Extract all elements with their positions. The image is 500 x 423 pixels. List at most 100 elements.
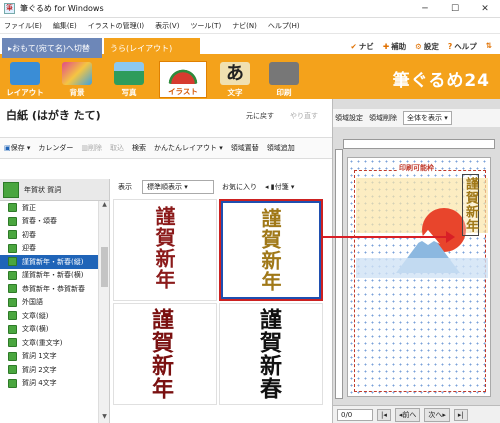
- prev-page-button[interactable]: ◂前へ: [394, 407, 421, 422]
- list-item[interactable]: 文章(重文字): [0, 336, 98, 350]
- folder-icon: [8, 311, 17, 321]
- paper-title: 白紙 (はがき たて): [6, 109, 101, 122]
- easy-layout-button[interactable]: かんたんレイアウト ▾: [154, 143, 223, 153]
- folder-icon: [8, 324, 17, 334]
- undo-button[interactable]: 元に戻す: [246, 111, 274, 121]
- calendar-button[interactable]: カレンダー: [38, 143, 73, 153]
- thumb-item-selected[interactable]: 謹賀新年: [219, 199, 323, 301]
- background-icon: [62, 62, 92, 85]
- printer-icon: [269, 62, 299, 85]
- folder-icon: [8, 270, 17, 280]
- list-item[interactable]: 賀詞 1文字: [0, 350, 98, 364]
- ribbon-illust-button[interactable]: イラスト: [159, 61, 207, 98]
- minimize-button[interactable]: ─: [410, 0, 440, 18]
- scroll-down-icon[interactable]: ▼: [99, 413, 110, 423]
- folder-icon: [8, 243, 17, 253]
- ribbon-photo-button[interactable]: 写真: [108, 61, 150, 98]
- menu-bar: ファイル(E) 編集(E) イラストの管理(I) 表示(V) ツール(T) ナビ…: [0, 18, 500, 34]
- menu-view[interactable]: 表示(V): [155, 21, 179, 31]
- ribbon-layout-button[interactable]: レイアウト: [4, 61, 46, 98]
- window-controls: ─ ☐ ✕: [410, 0, 500, 18]
- trash-icon: ▥: [81, 144, 88, 152]
- folder-icon: [8, 216, 17, 226]
- folder-icon: [8, 284, 17, 294]
- last-page-button[interactable]: ▸|: [453, 408, 468, 421]
- list-item[interactable]: 恭賀新年・恭賀新春: [0, 282, 98, 296]
- tag-filter[interactable]: ◂ ▮付箋 ▾: [265, 182, 294, 192]
- illust-gallery: 謹賀新年 謹賀新年 謹賀新年 謹賀新春: [113, 199, 329, 423]
- horizontal-ruler: [343, 139, 495, 149]
- search-button[interactable]: 検索: [132, 143, 146, 153]
- page-counter: 0/0: [337, 408, 373, 421]
- next-page-button[interactable]: 次へ▸: [424, 407, 450, 422]
- first-page-button[interactable]: |◂: [377, 408, 391, 421]
- list-item[interactable]: 文章(横): [0, 323, 98, 337]
- save-icon: ▣: [4, 144, 11, 152]
- list-item[interactable]: 賀詞 2文字: [0, 363, 98, 377]
- close-button[interactable]: ✕: [470, 0, 500, 18]
- list-item[interactable]: 賀詞 4文字: [0, 377, 98, 391]
- thumb-item[interactable]: 謹賀新春: [219, 303, 323, 405]
- favorites-button[interactable]: お気に入り: [222, 182, 257, 192]
- add-area-button[interactable]: 領域追加: [267, 143, 295, 153]
- save-button[interactable]: ▣保存 ▾: [4, 143, 30, 153]
- redo-button[interactable]: やり直す: [290, 111, 318, 121]
- import-button[interactable]: 取込: [110, 143, 124, 153]
- category-sidebar: 年賀状 賀詞 賀正 賀春・頌春 初春 迎春 謹賀新年・新春(縦) 謹賀新年・新春…: [0, 179, 110, 423]
- layout-icon: [10, 62, 40, 85]
- list-item[interactable]: 文章(縦): [0, 309, 98, 323]
- menu-illust[interactable]: イラストの管理(I): [88, 21, 144, 31]
- tab-ura[interactable]: うら(レイアウト): [104, 38, 200, 58]
- list-item[interactable]: 賀正: [0, 201, 98, 215]
- sort-select[interactable]: 標準順表示 ▾: [142, 180, 214, 194]
- folder-icon: [8, 203, 17, 213]
- menu-edit[interactable]: 編集(E): [53, 21, 77, 31]
- tool-hojo[interactable]: ✚ 補助: [383, 41, 406, 52]
- area-set-button[interactable]: 領域設定: [335, 113, 363, 123]
- list-item[interactable]: 謹賀新年・新春(横): [0, 269, 98, 283]
- folder-icon: [8, 378, 17, 388]
- brush-text-icon: あ: [220, 62, 250, 85]
- list-item[interactable]: 迎春: [0, 242, 98, 256]
- tool-toggle[interactable]: ⇅: [486, 41, 494, 52]
- menu-navi[interactable]: ナビ(N): [232, 21, 257, 31]
- tool-help[interactable]: ? ヘルプ: [448, 41, 477, 52]
- zoom-select[interactable]: 全体を表示 ▾: [403, 111, 452, 125]
- sidebar-scrollbar[interactable]: ▲ ▼: [98, 201, 109, 423]
- thumb-item[interactable]: 謹賀新年: [113, 199, 217, 301]
- postcard-canvas[interactable]: 印刷可能枠 謹賀新年: [347, 157, 491, 397]
- help-icon: ?: [447, 42, 453, 51]
- maximize-button[interactable]: ☐: [440, 0, 470, 18]
- folder-icon: [8, 338, 17, 348]
- list-item[interactable]: 外国語: [0, 296, 98, 310]
- area-delete-button[interactable]: 領域削除: [369, 113, 397, 123]
- check-icon: ✔: [350, 42, 357, 51]
- quick-tools: ✔ ナビ ✚ 補助 ⚙ 設定 ? ヘルプ ⇅: [351, 41, 494, 52]
- tool-settei[interactable]: ⚙ 設定: [415, 41, 439, 52]
- list-item-selected[interactable]: 謹賀新年・新春(縦): [0, 255, 98, 269]
- card-greeting-text[interactable]: 謹賀新年: [462, 174, 479, 236]
- tab-omote[interactable]: ▸おもて(宛て名)へ切替: [2, 38, 102, 58]
- mode-tab-row: ▸おもて(宛て名)へ切替 うら(レイアウト) ✔ ナビ ✚ 補助 ⚙ 設定 ? ヘルプ …: [0, 34, 500, 58]
- arrow-head-icon: [446, 231, 455, 243]
- view-label: 表示: [118, 183, 132, 191]
- folder-icon: [8, 230, 17, 240]
- drag-arrow: [323, 236, 449, 238]
- list-item[interactable]: 賀春・頌春: [0, 215, 98, 229]
- category-header[interactable]: 年賀状 賀詞: [0, 179, 109, 201]
- delete-button[interactable]: ▥削除: [81, 143, 102, 153]
- menu-tools[interactable]: ツール(T): [190, 21, 221, 31]
- folder-icon: [8, 351, 17, 361]
- tool-navi[interactable]: ✔ ナビ: [351, 41, 374, 52]
- ribbon-text-button[interactable]: あ 文字: [214, 61, 256, 98]
- scroll-up-icon[interactable]: ▲: [99, 201, 110, 211]
- place-button[interactable]: 領域置替: [231, 143, 259, 153]
- thumb-item[interactable]: 謹賀新年: [113, 303, 217, 405]
- menu-help[interactable]: ヘルプ(H): [268, 21, 300, 31]
- menu-file[interactable]: ファイル(E): [4, 21, 42, 31]
- scroll-thumb[interactable]: [101, 247, 108, 287]
- list-item[interactable]: 初春: [0, 228, 98, 242]
- folder-icon: [8, 297, 17, 307]
- ribbon-print-button[interactable]: 印刷: [263, 61, 305, 98]
- ribbon-background-button[interactable]: 背景: [56, 61, 98, 98]
